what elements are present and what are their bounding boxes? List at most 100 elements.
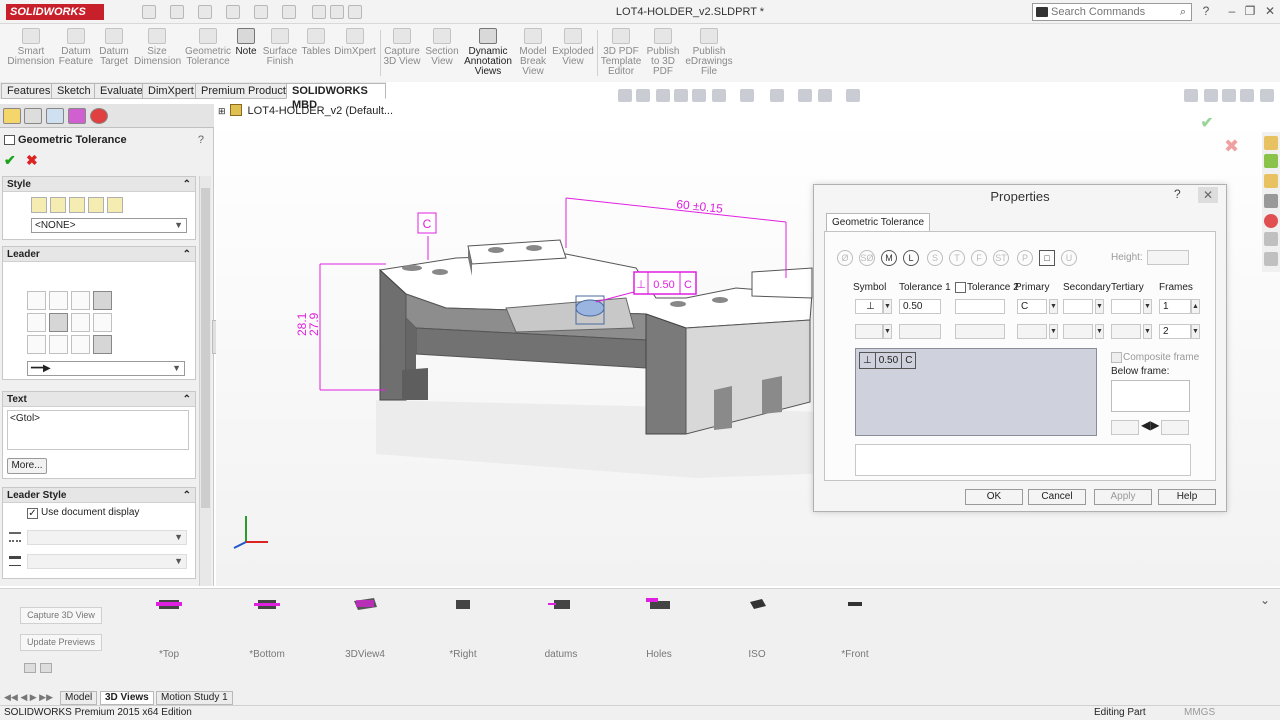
tab-evaluate[interactable]: Evaluate <box>94 83 149 99</box>
chevron-down-icon[interactable]: ▼ <box>1049 299 1058 314</box>
load-style-icon[interactable] <box>107 197 123 213</box>
leader-multi-icon[interactable] <box>93 313 112 332</box>
leader-attach-icon[interactable] <box>93 335 112 354</box>
notes-field[interactable] <box>855 444 1191 476</box>
view-datums[interactable]: datums <box>526 597 596 660</box>
arrow-style-select[interactable]: ━━▶ ▼ <box>27 361 185 376</box>
model-break-view-button[interactable]: Model Break View <box>516 28 550 80</box>
save-style-icon[interactable] <box>88 197 104 213</box>
dimxpert-button[interactable]: DimXpert <box>334 28 376 80</box>
tolerance2-checkbox[interactable] <box>955 282 966 293</box>
group-header[interactable]: Text ⌃ <box>3 392 195 407</box>
configuration-manager-icon[interactable] <box>46 108 64 124</box>
status-units[interactable]: MMGS <box>1184 706 1215 720</box>
chevron-down-icon[interactable]: ▼ <box>883 299 892 314</box>
view-iso[interactable]: ISO <box>722 597 792 660</box>
tertiary-field-row2[interactable] <box>1111 324 1141 339</box>
expand-icon[interactable]: ⊞ <box>218 106 226 116</box>
home-icon[interactable] <box>1264 136 1278 150</box>
view-orientation-icon[interactable] <box>712 89 726 102</box>
dialog-help-icon[interactable]: ? <box>1174 187 1181 201</box>
feature-manager-icon[interactable] <box>3 108 21 124</box>
leader-spline-icon[interactable] <box>71 335 90 354</box>
spherical-diameter-modifier-icon[interactable]: SØ <box>859 250 875 266</box>
settings-icon[interactable] <box>40 663 52 673</box>
tertiary-field[interactable] <box>1111 299 1141 314</box>
apply-button[interactable]: Apply <box>1094 489 1152 505</box>
options-icon[interactable] <box>348 5 362 19</box>
display-style-icon[interactable] <box>740 89 754 102</box>
tab-3d-views[interactable]: 3D Views <box>100 691 154 705</box>
tab-motion-study[interactable]: Motion Study 1 <box>156 691 233 705</box>
resources-icon[interactable] <box>1264 154 1278 168</box>
frames-stepper[interactable]: ▲ <box>1191 299 1200 314</box>
new-document-icon[interactable] <box>142 5 156 19</box>
datum-c-tag[interactable]: C <box>417 212 437 234</box>
chevron-down-icon[interactable]: ▼ <box>1143 299 1152 314</box>
primary-field-row2[interactable] <box>1017 324 1047 339</box>
tab-solidworks-mbd[interactable]: SOLIDWORKS MBD <box>286 83 386 111</box>
chevron-down-icon[interactable]: ▼ <box>1095 324 1104 339</box>
tab-features[interactable]: Features <box>1 83 57 99</box>
pdf-template-editor-button[interactable]: 3D PDF Template Editor <box>600 28 642 80</box>
dynamic-annotation-views-button[interactable]: Dynamic Annotation Views <box>462 28 514 80</box>
more-button[interactable]: More... <box>7 458 47 474</box>
section-view-button[interactable]: Section View <box>424 28 460 80</box>
tables-button[interactable]: Tables <box>300 28 332 80</box>
update-style-icon[interactable] <box>69 197 85 213</box>
zoom-to-fit-icon[interactable] <box>618 89 632 102</box>
confirm-ok-icon[interactable]: ✔ <box>1200 118 1215 132</box>
datum-feature-button[interactable]: Datum Feature <box>58 28 94 80</box>
ok-check-icon[interactable]: ✔ <box>4 152 16 169</box>
publish-edrawings-button[interactable]: Publish eDrawings File <box>684 28 734 80</box>
collapse-icon[interactable]: ⌃ <box>183 247 191 262</box>
viewport-maximize-icon[interactable] <box>1240 89 1254 102</box>
frames-field[interactable]: 1 <box>1159 299 1191 314</box>
collapse-panel-icon[interactable]: ⌄ <box>1260 593 1270 607</box>
close-button[interactable]: ✕ <box>1262 4 1278 18</box>
help-icon[interactable]: ? <box>1198 4 1214 18</box>
tab-model[interactable]: Model <box>60 691 98 705</box>
chevron-down-icon[interactable]: ▼ <box>1143 324 1152 339</box>
ok-button[interactable]: OK <box>965 489 1023 505</box>
section-view-icon[interactable] <box>674 89 688 102</box>
collapse-icon[interactable]: ⌃ <box>183 177 191 192</box>
left-spacing-field[interactable] <box>1111 420 1139 435</box>
update-previews-button[interactable]: Update Previews <box>20 634 102 651</box>
gtol-frame-annotation[interactable]: ⊥ 0.50 C <box>633 271 697 295</box>
magnifier-icon[interactable]: ⌕ <box>1180 6 1186 19</box>
chevron-down-icon[interactable]: ▼ <box>1095 299 1104 314</box>
size-dimension-button[interactable]: Size Dimension <box>134 28 181 80</box>
primary-field[interactable]: C <box>1017 299 1047 314</box>
mmc-modifier-icon[interactable]: M <box>881 250 897 266</box>
secondary-field[interactable] <box>1063 299 1093 314</box>
open-icon[interactable] <box>170 5 184 19</box>
selected-hole[interactable] <box>575 299 605 317</box>
height-field[interactable] <box>1147 250 1189 265</box>
previous-view-icon[interactable] <box>656 89 670 102</box>
cancel-button[interactable]: Cancel <box>1028 489 1086 505</box>
note-button[interactable]: Note <box>234 28 258 80</box>
minimize-button[interactable]: – <box>1224 4 1240 18</box>
view-front[interactable]: *Front <box>820 597 890 660</box>
view-settings-icon[interactable] <box>846 89 860 102</box>
exploded-view-button[interactable]: Exploded View <box>552 28 594 80</box>
design-library-icon[interactable] <box>1264 174 1278 188</box>
view-holes[interactable]: Holes <box>624 597 694 660</box>
apply-style-icon[interactable] <box>31 197 47 213</box>
height-dimension-min[interactable]: 27.9 <box>307 312 321 336</box>
rebuild-icon[interactable] <box>312 5 326 19</box>
gtol-text-area[interactable]: <Gtol> <box>7 410 189 450</box>
leader-auto-icon[interactable] <box>93 291 112 310</box>
smart-dimension-button[interactable]: Smart Dimension <box>4 28 58 80</box>
viewport-restore-icon[interactable] <box>1222 89 1236 102</box>
view-top[interactable]: *Top <box>134 597 204 660</box>
viewport-tile-icon[interactable] <box>1204 89 1218 102</box>
dynamic-annotation-icon[interactable] <box>692 89 706 102</box>
view-3dview4[interactable]: 3DView4 <box>330 597 400 660</box>
pm-scrollbar[interactable] <box>199 176 211 586</box>
statistical-modifier-icon[interactable]: ST <box>993 250 1009 266</box>
below-frame-input[interactable] <box>1111 380 1190 412</box>
collapse-icon[interactable]: ⌃ <box>183 392 191 407</box>
property-manager-icon[interactable] <box>24 108 42 124</box>
